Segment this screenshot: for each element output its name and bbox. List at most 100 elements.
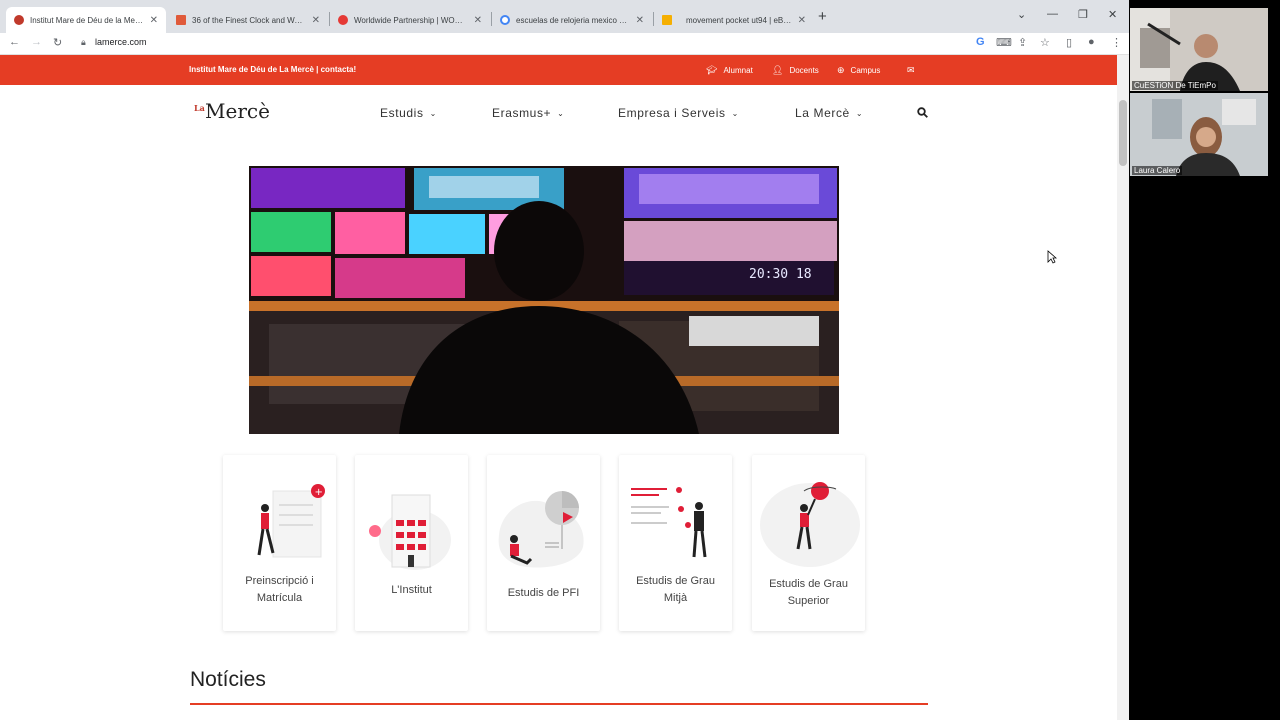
chevron-down-icon: ⌄ <box>731 108 739 118</box>
card-preinscripcio[interactable]: + Preinscripció i Matrícula <box>223 455 336 631</box>
nav-empresa-serveis[interactable]: Empresa i Serveis ⌄ <box>618 106 739 120</box>
tab-google-search[interactable]: escuelas de relojeria mexico - Go ✕ <box>492 7 652 33</box>
video-tile-cuestion: CuESTiON De TiEmPo <box>1130 8 1268 91</box>
docents-link[interactable]: 👤︎ Docents <box>772 65 819 76</box>
tab-lamerce[interactable]: Institut Mare de Déu de la Mercè ✕ <box>6 7 166 33</box>
profile-icon[interactable]: ● <box>1088 36 1095 48</box>
google-icon <box>500 15 510 25</box>
card-grau-mitja[interactable]: Estudis de Grau Mitjà <box>619 455 732 631</box>
forward-icon[interactable]: → <box>31 36 42 48</box>
tab-title: 36 of the Finest Clock and Watch <box>192 15 306 25</box>
envelope-icon: ✉ <box>907 65 915 75</box>
nav-label: Estudis <box>380 106 424 120</box>
menu-icon[interactable]: ⋮ <box>1111 36 1122 49</box>
user-icon: 👤︎ <box>772 65 784 75</box>
address-bar[interactable]: lamerce.com <box>95 37 147 47</box>
grau-mitja-illustration <box>631 487 707 558</box>
graduation-icon: 🎓︎ <box>706 65 718 75</box>
tab-wostep[interactable]: Worldwide Partnership | WOSTEP ✕ <box>330 7 490 33</box>
card-label: Estudis de PFI <box>487 585 600 602</box>
news-heading: Notícies <box>190 668 266 691</box>
bookmark-star-icon[interactable]: ☆ <box>1040 36 1050 49</box>
mouse-cursor-icon <box>1047 250 1057 264</box>
card-label-line2: Superior <box>787 595 830 607</box>
site-logo[interactable]: La Mercè <box>194 99 270 127</box>
site-top-bar: Institut Mare de Déu de La Mercè | conta… <box>0 55 1117 85</box>
news-divider <box>190 703 928 705</box>
close-tab-icon[interactable]: ✕ <box>474 15 482 26</box>
alumnat-link[interactable]: 🎓︎ Alumnat <box>706 65 753 76</box>
tab-search-icon[interactable]: ⌄ <box>1017 8 1026 21</box>
ebay-icon <box>662 15 672 25</box>
participant-name: CuESTiON De TiEmPo <box>1132 81 1218 90</box>
tab-favicon-icon <box>14 15 24 25</box>
translate-icon[interactable]: ⌨ <box>996 36 1012 49</box>
globe-icon: ⊕ <box>837 65 845 75</box>
hero-image: 20:30 18 <box>249 166 839 434</box>
grau-superior-illustration <box>760 482 860 567</box>
video-tile-laura: Laura Calero <box>1130 93 1268 176</box>
card-label-line1: Estudis de Grau <box>636 575 715 587</box>
close-window-icon[interactable]: ✕ <box>1108 8 1117 21</box>
back-icon[interactable]: ← <box>9 36 20 48</box>
close-tab-icon[interactable]: ✕ <box>636 15 644 26</box>
new-tab-button[interactable]: + <box>818 8 827 25</box>
docents-label: Docents <box>789 66 819 75</box>
enrollment-illustration: + <box>257 484 325 558</box>
participant-video <box>1130 93 1268 176</box>
building-illustration <box>369 494 451 570</box>
tab-ebay[interactable]: movement pocket ut94 | eBay ✕ <box>654 7 814 33</box>
card-label: L'Institut <box>355 582 468 599</box>
tab-title: Institut Mare de Déu de la Mercè <box>30 15 144 25</box>
google-lens-icon[interactable]: G <box>976 36 985 48</box>
chevron-down-icon: ⌄ <box>429 108 437 118</box>
browser-window: Institut Mare de Déu de la Mercè ✕ 36 of… <box>0 0 1129 720</box>
svg-text:20:30 18: 20:30 18 <box>749 267 812 282</box>
campus-link[interactable]: ⊕ Campus <box>837 65 880 76</box>
nav-la-merce[interactable]: La Mercè ⌄ <box>795 106 863 120</box>
scrollbar-thumb[interactable] <box>1119 100 1127 166</box>
card-label-line1: Preinscripció i <box>245 575 314 587</box>
card-label: Estudis de Grau Superior <box>752 576 865 610</box>
chevron-down-icon: ⌄ <box>557 108 565 118</box>
site-brand-contact-link[interactable]: Institut Mare de Déu de La Mercè | conta… <box>189 65 356 74</box>
reload-icon[interactable]: ↻ <box>53 36 62 49</box>
browser-toolbar: ← → ↻ 🔒︎ lamerce.com G ⌨ ⇪ ☆ ▯ ● ⋮ <box>0 33 1129 55</box>
logo-la: La <box>194 103 205 113</box>
tab-strip: Institut Mare de Déu de la Mercè ✕ 36 of… <box>0 0 1129 33</box>
campus-label: Campus <box>850 66 881 75</box>
search-icon[interactable] <box>917 107 928 118</box>
card-grau-superior[interactable]: Estudis de Grau Superior <box>752 455 865 631</box>
close-tab-icon[interactable]: ✕ <box>150 15 158 26</box>
side-panel-icon[interactable]: ▯ <box>1066 36 1072 49</box>
nav-label: Erasmus+ <box>492 106 552 120</box>
email-link[interactable]: ✉ <box>907 65 915 76</box>
pfi-illustration <box>498 491 584 568</box>
tab-title: escuelas de relojeria mexico - Go <box>516 15 630 25</box>
restore-icon[interactable]: ❐ <box>1078 8 1088 21</box>
nav-label: La Mercè <box>795 106 850 120</box>
card-label-line1: Estudis de Grau <box>769 578 848 590</box>
participant-video <box>1130 8 1268 91</box>
participant-name: Laura Calero <box>1132 166 1183 175</box>
share-icon[interactable]: ⇪ <box>1018 36 1027 49</box>
card-institut[interactable]: L'Institut <box>355 455 468 631</box>
logo-merce: Mercè <box>205 99 270 123</box>
card-label-line2: Matrícula <box>256 592 303 604</box>
card-label: Estudis de Grau Mitjà <box>619 573 732 607</box>
nav-label: Empresa i Serveis <box>618 106 726 120</box>
minimize-icon[interactable]: — <box>1047 8 1058 20</box>
card-pfi[interactable]: Estudis de PFI <box>487 455 600 631</box>
tab-favicon-icon <box>338 15 348 25</box>
tab-favicon-icon <box>176 15 186 25</box>
svg-text:+: + <box>315 487 323 498</box>
lock-icon[interactable]: 🔒︎ <box>81 37 86 48</box>
tab-clock-watch[interactable]: 36 of the Finest Clock and Watch ✕ <box>168 7 328 33</box>
close-tab-icon[interactable]: ✕ <box>312 15 320 26</box>
close-tab-icon[interactable]: ✕ <box>798 15 806 26</box>
nav-estudis[interactable]: Estudis ⌄ <box>380 106 437 120</box>
chevron-down-icon: ⌄ <box>855 108 864 118</box>
nav-erasmus[interactable]: Erasmus+ ⌄ <box>492 106 564 120</box>
card-label-line1: Estudis de PFI <box>507 587 580 599</box>
card-label-line2: Mitjà <box>663 592 688 604</box>
